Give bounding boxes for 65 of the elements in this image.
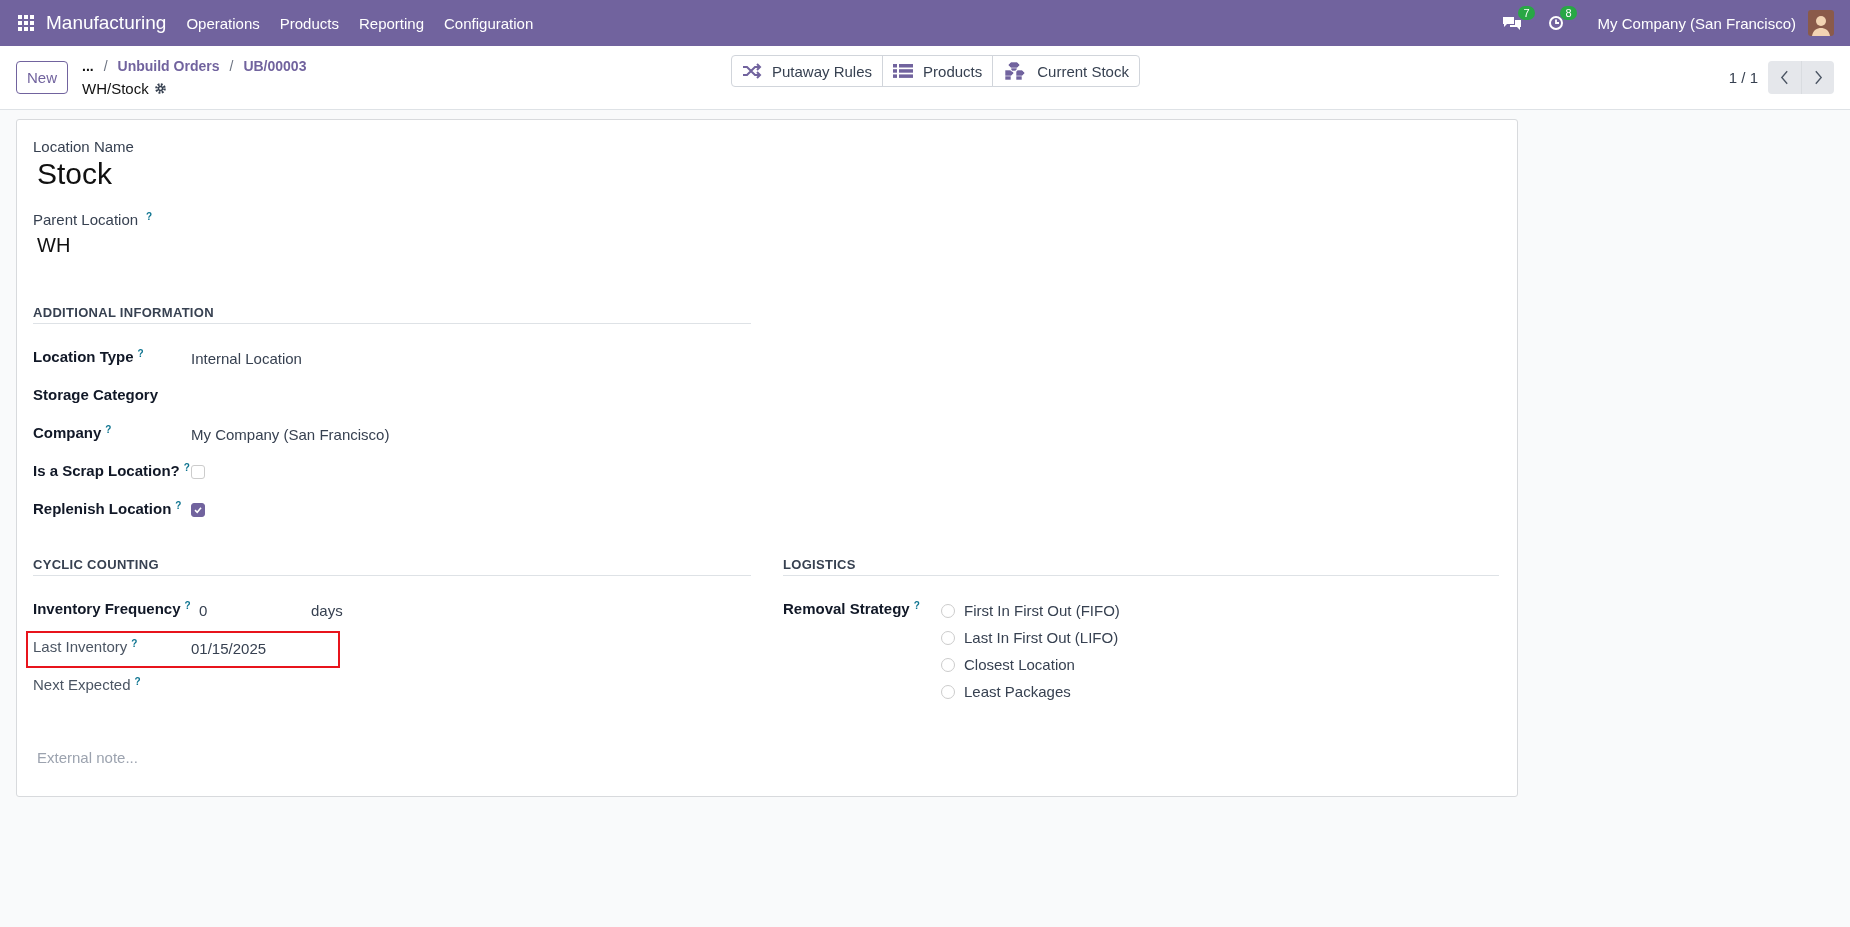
location-name-field[interactable]: Stock xyxy=(37,157,1497,191)
help-tooltip[interactable]: ? xyxy=(105,424,112,435)
section-heading: CYCLIC COUNTING xyxy=(33,557,751,576)
breadcrumb-link[interactable]: UB/00003 xyxy=(243,58,307,74)
chevron-right-icon xyxy=(1813,70,1823,85)
field-label: Storage Category xyxy=(33,386,159,403)
help-tooltip[interactable]: ? xyxy=(134,676,141,687)
notification-badge: 8 xyxy=(1560,6,1577,20)
new-button[interactable]: New xyxy=(16,61,68,94)
parent-location-field[interactable]: WH xyxy=(37,234,1497,257)
field-label: Replenish Location xyxy=(33,500,172,517)
section-heading: ADDITIONAL INFORMATION xyxy=(33,305,751,324)
help-tooltip[interactable]: ? xyxy=(146,211,153,222)
field-label: Parent Location xyxy=(33,211,139,228)
breadcrumb-link[interactable]: ... xyxy=(82,58,94,74)
field-value[interactable]: My Company (San Francisco) xyxy=(191,426,390,443)
clock-icon[interactable] xyxy=(1547,15,1564,31)
help-tooltip[interactable]: ? xyxy=(183,462,190,473)
chevron-left-icon xyxy=(1780,70,1789,85)
help-tooltip[interactable]: ? xyxy=(175,500,182,511)
record-title: WH/Stock xyxy=(82,80,149,97)
field-label: Is a Scrap Location? xyxy=(33,462,180,479)
app-name[interactable]: Manufacturing xyxy=(46,12,167,34)
next-button[interactable] xyxy=(1801,61,1834,94)
menu-item[interactable]: Products xyxy=(279,14,339,32)
help-tooltip[interactable]: ? xyxy=(137,348,144,359)
chat-icon[interactable] xyxy=(1501,15,1522,31)
smart-button[interactable]: Current Stock xyxy=(992,55,1140,87)
breadcrumb-separator: / xyxy=(103,58,108,74)
help-tooltip[interactable]: ? xyxy=(184,600,191,611)
checkbox[interactable] xyxy=(191,503,205,517)
previous-button[interactable] xyxy=(1768,61,1801,94)
help-tooltip[interactable]: ? xyxy=(131,638,138,649)
radio-label[interactable]: Closest Location xyxy=(964,656,1075,673)
field-label: Location Type xyxy=(33,348,134,365)
number-field[interactable]: 0 xyxy=(191,602,311,619)
field-label: Inventory Frequency xyxy=(33,600,181,617)
avatar-icon[interactable] xyxy=(1808,10,1834,36)
notification-badge: 7 xyxy=(1518,6,1535,20)
check-icon xyxy=(193,505,203,515)
breadcrumb-separator: / xyxy=(229,58,234,74)
radio-label[interactable]: Least Packages xyxy=(964,683,1071,700)
list-icon xyxy=(893,63,914,79)
help-tooltip[interactable]: ? xyxy=(913,600,920,611)
field-value[interactable]: Internal Location xyxy=(191,350,302,367)
menu-item[interactable]: Reporting xyxy=(359,14,425,32)
unit-label: days xyxy=(311,602,343,619)
section-heading: LOGISTICS xyxy=(783,557,1499,576)
pager-counter[interactable]: 1 / 1 xyxy=(1728,69,1758,86)
field-value[interactable]: 01/15/2025 xyxy=(191,640,267,657)
menu-item[interactable]: Configuration xyxy=(444,14,534,32)
shuffle-icon xyxy=(742,63,762,79)
field-label: Next Expected xyxy=(33,676,131,693)
radio-label[interactable]: Last In First Out (LIFO) xyxy=(964,629,1119,646)
field-label: Location Name xyxy=(33,138,135,155)
field-label: Removal Strategy xyxy=(783,600,910,617)
app-grid-icon[interactable] xyxy=(18,15,34,31)
smart-button[interactable]: Products xyxy=(882,55,994,87)
field-label: Company xyxy=(33,424,102,441)
radio-label[interactable]: First In First Out (FIFO) xyxy=(964,602,1120,619)
menu-item[interactable]: Operations xyxy=(186,14,260,32)
breadcrumb-link[interactable]: Unbuild Orders xyxy=(117,58,220,74)
company-switcher[interactable]: My Company (San Francisco) xyxy=(1597,14,1796,32)
field-label: Last Inventory xyxy=(33,638,128,655)
smart-button[interactable]: Putaway Rules xyxy=(731,55,884,87)
